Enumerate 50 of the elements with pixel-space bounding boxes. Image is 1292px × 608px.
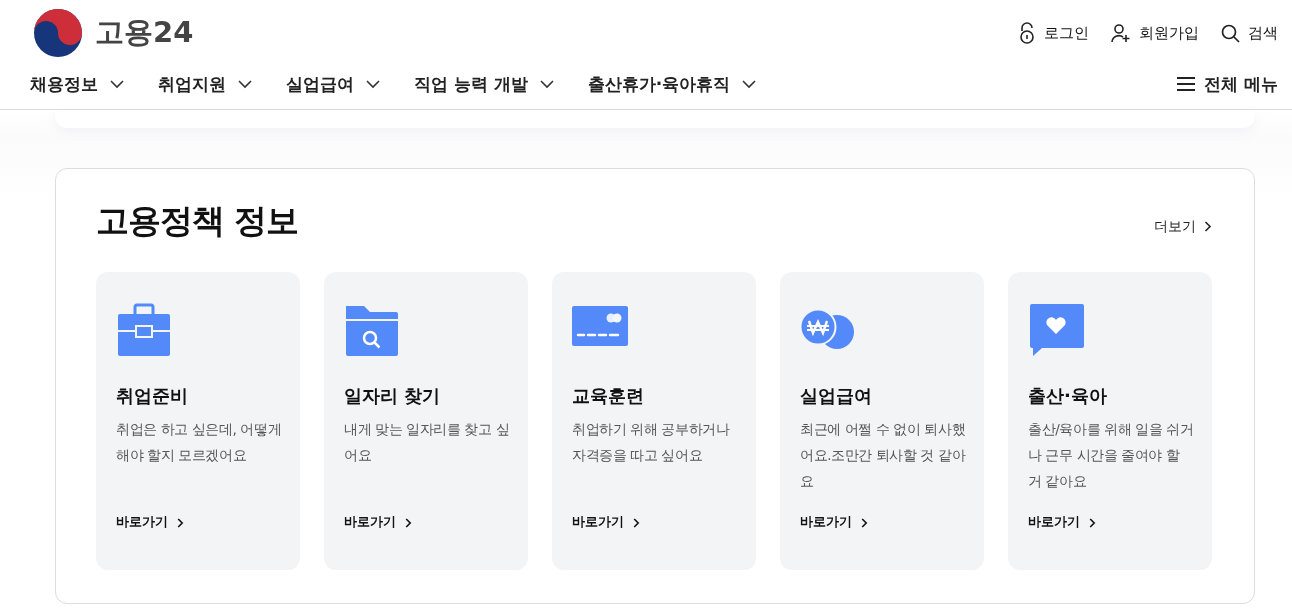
chevron-down-icon [238,79,252,89]
card-title: 교육훈련 [572,384,645,408]
go-link[interactable]: 바로가기 [572,514,640,531]
card-description: 취업은 하고 싶은데, 어떻게 해야 할지 모르겠어요 [116,420,282,465]
policy-card[interactable]: 출산·육아 출산/육아를 위해 일을 쉬거나 근무 시간을 줄여야 할 거 같아요 바로가기 [1008,272,1212,570]
go-link[interactable]: 바로가기 [1028,514,1096,531]
card-description: 출산/육아를 위해 일을 쉬거나 근무 시간을 줄여야 할 거 같아요 [1028,420,1194,491]
card-title: 취업준비 [116,384,189,408]
go-link[interactable]: 바로가기 [116,514,184,531]
briefcase-icon [116,302,172,358]
nav-menu-item[interactable]: 실업급여 [286,72,380,96]
card-title: 일자리 찾기 [344,384,442,408]
policy-card[interactable]: 취업준비 취업은 하고 싶은데, 어떻게 해야 할지 모르겠어요 바로가기 [96,272,300,570]
card-description: 내게 맞는 일자리를 찾고 싶어요 [344,420,510,465]
emblem-icon [33,8,83,58]
policy-card[interactable]: 교육훈련 취업하기 위해 공부하거나 자격증을 따고 싶어요 바로가기 [552,272,756,570]
nav-menu-item[interactable]: 취업지원 [158,72,252,96]
more-link[interactable]: 더보기 [1154,217,1212,236]
search-link[interactable]: 검색 [1221,23,1278,43]
chevron-down-icon [366,79,380,89]
heart-chat-icon [1028,302,1084,358]
nav-menu-item[interactable]: 직업 능력 개발 [414,72,554,96]
nav-menu-item[interactable]: 채용정보 [30,72,124,96]
search-icon [1221,23,1240,43]
site-logo-text[interactable]: 고용24 [95,13,194,53]
chevron-down-icon [742,79,757,89]
nav-menu-item[interactable]: 출산휴가·육아휴직 [587,72,757,96]
chevron-down-icon [539,79,554,89]
card-description: 취업하기 위해 공부하거나 자격증을 따고 싶어요 [572,420,731,465]
policy-card[interactable]: 일자리 찾기 내게 맞는 일자리를 찾고 싶어요 바로가기 [324,272,528,570]
card-title: 실업급여 [800,384,873,408]
go-link[interactable]: 바로가기 [800,514,868,531]
chevron-right-icon [861,517,868,528]
chevron-right-icon [633,517,640,528]
go-link[interactable]: 바로가기 [344,514,412,531]
card-title: 출산·육아 [1028,384,1108,408]
card-description: 최근에 어쩔 수 없이 퇴사했어요.조만간 퇴사할 것 같아요 [800,420,966,491]
lock-icon [1018,22,1036,44]
policy-card[interactable]: 실업급여 최근에 어쩔 수 없이 퇴사했어요.조만간 퇴사할 것 같아요 바로가기 [780,272,984,570]
chevron-right-icon [1204,221,1212,232]
login-link[interactable]: 로그인 [1018,22,1089,44]
signup-link[interactable]: 회원가입 [1111,23,1199,43]
add-user-icon [1111,23,1131,43]
menu-icon [1177,77,1196,91]
chevron-right-icon [177,517,184,528]
all-menu-button[interactable]: 전체 메뉴 [1177,72,1278,96]
chevron-right-icon [405,517,412,528]
chevron-down-icon [110,79,124,89]
section-title: 고용정책 정보 [96,200,299,242]
chevron-right-icon [1089,517,1096,528]
